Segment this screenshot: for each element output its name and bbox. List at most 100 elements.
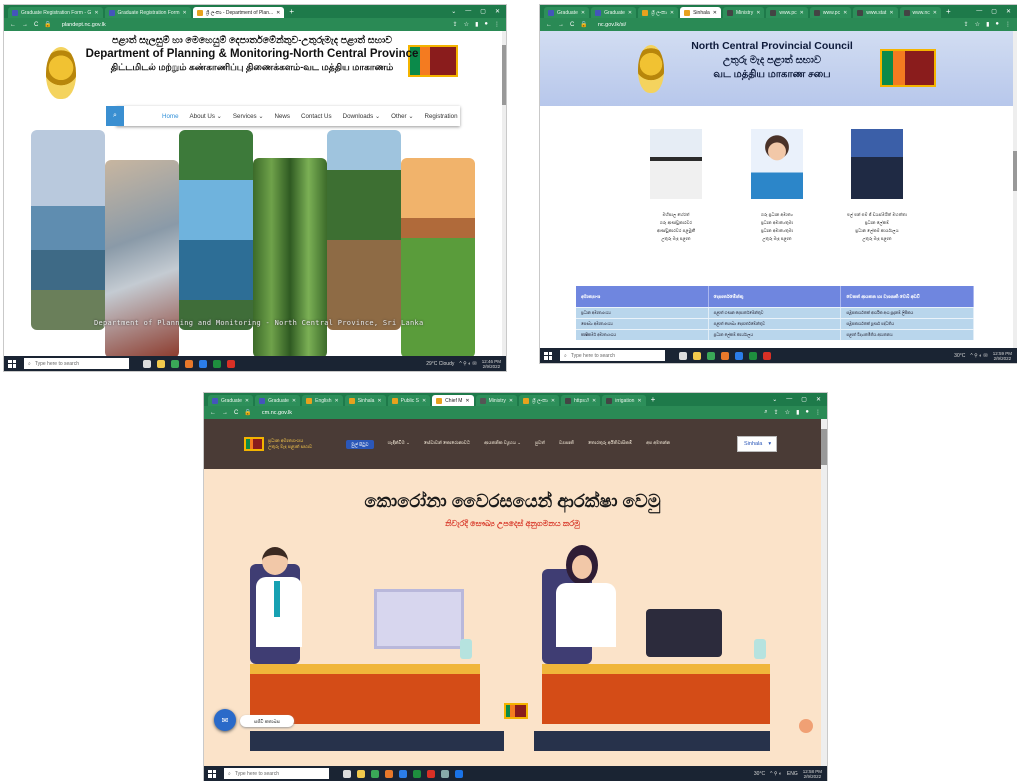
- table-link[interactable]: පළාත් සෞඛ්‍ය දෙපාර්තමේන්තුව: [709, 319, 842, 329]
- clock[interactable]: 12:59 PM 2/9/2022: [993, 351, 1012, 361]
- nav-about[interactable]: About Us ⌄: [190, 113, 222, 120]
- browser-tab[interactable]: English ✕: [302, 395, 343, 406]
- task-view-icon[interactable]: [143, 359, 151, 368]
- maximize-icon[interactable]: ▢: [991, 8, 997, 15]
- close-tab-icon[interactable]: ✕: [183, 10, 187, 16]
- reload-icon[interactable]: C: [234, 410, 238, 416]
- governor-photo[interactable]: [650, 129, 702, 199]
- profile-icon[interactable]: ●: [805, 409, 809, 416]
- profile-icon[interactable]: ●: [484, 21, 488, 28]
- close-tab-icon[interactable]: ✕: [637, 398, 641, 404]
- close-window-icon[interactable]: ✕: [495, 8, 500, 15]
- maximize-icon[interactable]: ▢: [480, 8, 486, 15]
- browser-tab[interactable]: Graduate Registration Form - G ✕: [8, 7, 103, 18]
- weather-widget[interactable]: 29°C Cloudy: [426, 361, 454, 367]
- star-icon[interactable]: ☆: [785, 409, 790, 416]
- browser-tab[interactable]: Graduate ✕: [591, 7, 637, 18]
- menu-services[interactable]: සේවාවන් කොරොනාවට: [424, 440, 470, 449]
- firefox-icon[interactable]: [385, 769, 393, 778]
- system-tray-icons[interactable]: ^ ⚲ ◐ ✉: [970, 353, 987, 359]
- menu-home[interactable]: මුල් පිටුව: [346, 439, 374, 449]
- sidebar-icon[interactable]: ▮: [796, 409, 799, 416]
- close-tab-icon[interactable]: ✕: [800, 10, 804, 16]
- table-link[interactable]: සමූපකාර්යතක් පූර්ණ පද්ධතිය: [841, 319, 975, 329]
- nav-contact[interactable]: Contact Us: [301, 113, 332, 120]
- forward-icon[interactable]: →: [558, 22, 564, 28]
- language-select[interactable]: Sinhala ▾: [737, 436, 777, 452]
- excel-icon[interactable]: [413, 769, 421, 778]
- forward-icon[interactable]: →: [22, 22, 28, 28]
- browser-tab[interactable]: irrigation ✕: [602, 395, 646, 406]
- windows-start-icon[interactable]: [8, 359, 16, 368]
- excel-icon[interactable]: [213, 359, 221, 368]
- chevron-down-icon[interactable]: ⌄: [772, 396, 777, 403]
- new-tab-icon[interactable]: +: [289, 7, 294, 16]
- reload-icon[interactable]: C: [34, 22, 38, 28]
- chief-minister-avatar-icon[interactable]: [751, 129, 803, 199]
- taskbar-search[interactable]: ⌕ Type here to search: [24, 358, 129, 369]
- input-language[interactable]: ENG: [787, 771, 798, 777]
- file-explorer-icon[interactable]: [157, 359, 165, 368]
- chevron-down-icon[interactable]: ⌄: [451, 8, 456, 15]
- acrobat-icon[interactable]: [227, 359, 235, 368]
- back-icon[interactable]: ←: [10, 22, 16, 28]
- firefox-icon[interactable]: [185, 359, 193, 368]
- nav-home[interactable]: Home: [162, 113, 179, 120]
- table-link[interactable]: පළාත් ගණන දෙපාර්තමේන්තුව: [709, 308, 842, 318]
- menu-rti[interactable]: තොරතුරු අයිතිවාසිකම්: [588, 440, 632, 449]
- chrome-icon[interactable]: [707, 351, 715, 360]
- table-link[interactable]: සමූපකාර්යතක් ආර්ථික අංශ සූදානම් ලිපිකය: [841, 308, 975, 318]
- close-tab-icon[interactable]: ✕: [628, 10, 632, 16]
- browser-tab[interactable]: Public S ✕: [387, 395, 431, 406]
- acrobat-icon[interactable]: [763, 351, 771, 360]
- browser-tab[interactable]: Ministry ✕: [722, 7, 765, 18]
- share-icon[interactable]: ⇪: [774, 409, 779, 416]
- browser-tab[interactable]: Ministry ✕: [475, 395, 518, 406]
- menu-projects[interactable]: ව්‍යාපෘති: [559, 440, 574, 449]
- close-tab-icon[interactable]: ✕: [292, 398, 296, 404]
- sidebar-icon[interactable]: ▮: [986, 21, 989, 28]
- browser-tab[interactable]: https://✕: [561, 395, 601, 406]
- table-link[interactable]: කෘෂිකර්ම අමාත්‍යාංශය: [576, 330, 709, 340]
- excel-icon[interactable]: [749, 351, 757, 360]
- browser-tab[interactable]: Sinhala ✕: [344, 395, 386, 406]
- scroll-top-icon[interactable]: [799, 719, 813, 733]
- table-link[interactable]: පළාත් විද්‍යාතමිතිය ආයතනය: [841, 330, 975, 340]
- chrome-icon[interactable]: [371, 769, 379, 778]
- browser-tab[interactable]: ශ්‍රී ලංකා ✕: [638, 7, 679, 18]
- firefox-icon[interactable]: [721, 351, 729, 360]
- system-tray-icons[interactable]: ^ ⚲ ◐: [770, 771, 782, 777]
- minimize-icon[interactable]: —: [465, 8, 471, 15]
- menu-icon[interactable]: ⋮: [494, 21, 500, 28]
- nav-other[interactable]: Other ⌄: [391, 113, 413, 120]
- clock[interactable]: 12:58 PM 2/9/2022: [803, 769, 822, 779]
- browser-tab-active[interactable]: ශ්‍රී ලංකා - Department of Plan... ✕: [192, 7, 285, 18]
- url-field[interactable]: nc.gov.lk/si/: [598, 22, 626, 28]
- maximize-icon[interactable]: ▢: [801, 396, 807, 403]
- close-window-icon[interactable]: ✕: [816, 396, 821, 403]
- menu-structure[interactable]: ආයතනික ව්‍යූහය ⌄: [484, 440, 521, 449]
- windows-start-icon[interactable]: [544, 351, 552, 360]
- taskbar-search[interactable]: ⌕ Type here to search: [560, 350, 665, 361]
- browser-tab[interactable]: www.pc ✕: [766, 7, 808, 18]
- browser-tab[interactable]: www.pc ✕: [809, 7, 852, 18]
- menu-contact[interactable]: අප අමතන්න: [646, 440, 670, 449]
- sidebar-icon[interactable]: ▮: [475, 21, 478, 28]
- clock[interactable]: 12:46 PM 2/9/2022: [482, 359, 501, 369]
- task-view-icon[interactable]: [679, 351, 687, 360]
- profile-icon[interactable]: ●: [995, 21, 999, 28]
- close-tab-icon[interactable]: ✕: [670, 10, 674, 16]
- close-tab-icon[interactable]: ✕: [276, 10, 280, 16]
- nav-downloads[interactable]: Downloads ⌄: [343, 113, 381, 120]
- close-tab-icon[interactable]: ✕: [843, 10, 847, 16]
- file-explorer-icon[interactable]: [357, 769, 365, 778]
- close-tab-icon[interactable]: ✕: [465, 398, 469, 404]
- site-logo[interactable]: ප්‍රධාන අමාත්‍යාංශය උතුරු මැද පළාත් සභාව: [244, 437, 312, 451]
- minimize-icon[interactable]: —: [976, 8, 982, 15]
- browser-tab[interactable]: Graduate ✕: [208, 395, 254, 406]
- edge-icon[interactable]: [735, 351, 743, 360]
- scrollbar[interactable]: [821, 419, 827, 766]
- url-field[interactable]: plandept.nc.gov.lk: [62, 22, 106, 28]
- back-icon[interactable]: ←: [210, 410, 216, 416]
- star-icon[interactable]: ☆: [975, 21, 980, 28]
